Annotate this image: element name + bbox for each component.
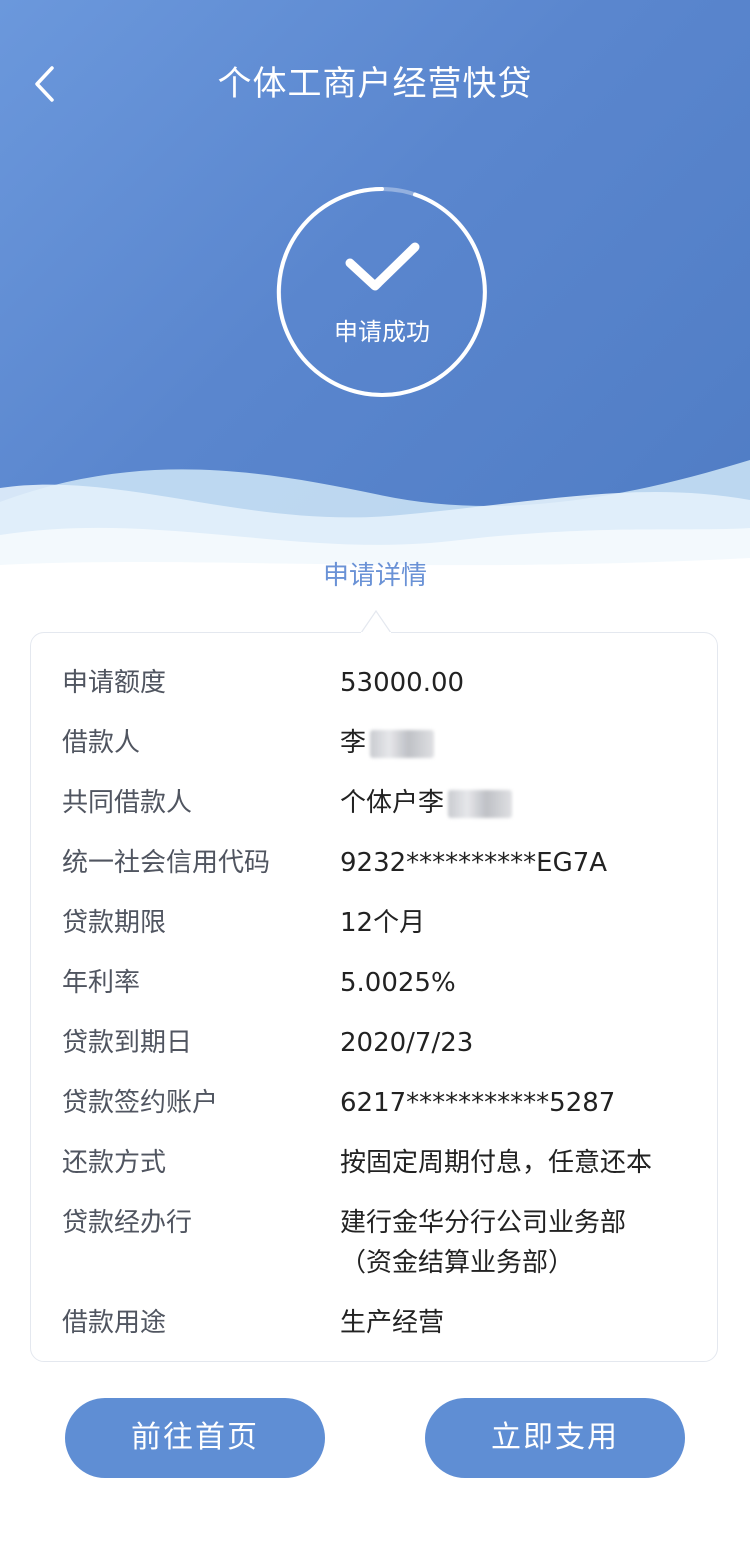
row-value: 按固定周期付息，任意还本: [340, 1148, 653, 1178]
row-label: 贷款到期日: [62, 1028, 193, 1058]
row-label: 还款方式: [62, 1148, 167, 1178]
page-title: 个体工商户经营快贷: [217, 64, 533, 104]
section-title: 申请详情: [322, 561, 427, 591]
row-label: 申请额度: [62, 668, 167, 698]
details-card: 申请额度 53000.00 借款人 李 共同借款人 个体户李 统一社会信用代码 …: [30, 632, 718, 1362]
redacted-text: [448, 789, 513, 818]
row-label: 年利率: [62, 968, 141, 998]
row-value: 9232**********EG7A: [340, 848, 608, 878]
row-label: 借款用途: [62, 1308, 167, 1338]
redacted-text: [370, 729, 435, 758]
go-home-button[interactable]: 前往首页: [65, 1398, 325, 1478]
check-icon: [345, 242, 420, 291]
row-value: 李: [340, 728, 367, 758]
row-label: 借款人: [62, 728, 141, 758]
row-label: 共同借款人: [62, 788, 193, 818]
row-value: 建行金华分行公司业务部: [340, 1208, 627, 1238]
progress-ring: [276, 187, 487, 397]
status-text: 申请成功: [334, 318, 430, 346]
row-value: 个体户李: [340, 788, 445, 818]
row-value: 53000.00: [340, 668, 465, 698]
row-value: 生产经营: [340, 1308, 445, 1338]
draw-now-button[interactable]: 立即支用: [425, 1398, 685, 1478]
row-value: 5.0025%: [340, 968, 456, 998]
status-indicator: 申请成功: [275, 185, 489, 399]
row-label: 统一社会信用代码: [62, 848, 271, 878]
row-value: 6217***********5287: [340, 1088, 616, 1118]
row-label: 贷款期限: [62, 908, 167, 938]
row-value: 12个月: [340, 908, 426, 938]
row-label: 贷款经办行: [62, 1208, 193, 1238]
row-value: 2020/7/23: [340, 1028, 474, 1058]
row-label: 贷款签约账户: [62, 1088, 219, 1118]
card-pointer: [361, 610, 391, 634]
row-value-secondary: （资金结算业务部）: [340, 1248, 575, 1278]
